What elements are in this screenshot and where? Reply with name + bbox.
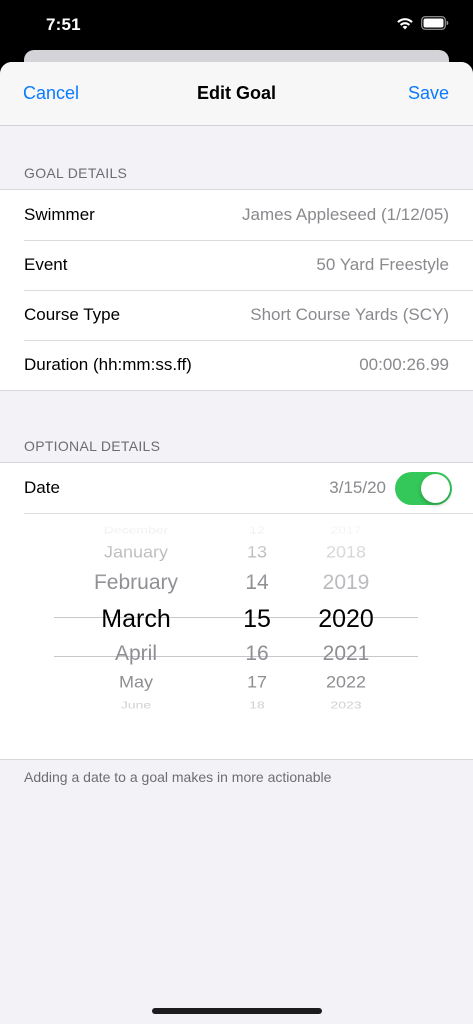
swimmer-label: Swimmer bbox=[24, 205, 95, 224]
date-footer-note: Adding a date to a goal makes in more ac… bbox=[24, 769, 332, 785]
picker-month[interactable]: February bbox=[60, 571, 212, 595]
event-value: 50 Yard Freestyle bbox=[316, 255, 449, 274]
picker-month[interactable]: December bbox=[60, 524, 212, 535]
year-wheel[interactable]: 2017 2018 2019 2020 2021 2022 2023 bbox=[296, 514, 396, 759]
picker-year[interactable]: 2023 bbox=[296, 699, 396, 710]
picker-day[interactable]: 17 bbox=[222, 673, 292, 692]
date-label: Date bbox=[24, 478, 60, 497]
goal-details-header: GOAL DETAILS bbox=[24, 165, 128, 181]
status-time: 7:51 bbox=[46, 15, 81, 34]
picker-year[interactable]: 2017 bbox=[296, 524, 396, 535]
navigation-bar: Edit Goal Cancel Save bbox=[0, 62, 473, 126]
swimmer-value: James Appleseed (1/12/05) bbox=[242, 205, 449, 224]
course-type-value: Short Course Yards (SCY) bbox=[250, 305, 449, 324]
date-row[interactable]: Date 3/15/20 bbox=[0, 463, 473, 513]
day-wheel[interactable]: 12 13 14 15 16 17 18 bbox=[222, 514, 292, 759]
picker-year-selected[interactable]: 2020 bbox=[296, 605, 396, 634]
wifi-icon bbox=[396, 16, 414, 30]
duration-value: 00:00:26.99 bbox=[359, 355, 449, 374]
duration-label: Duration (hh:mm:ss.ff) bbox=[24, 355, 192, 374]
picker-month[interactable]: April bbox=[60, 642, 212, 666]
picker-day[interactable]: 13 bbox=[222, 543, 292, 562]
course-type-row[interactable]: Course Type Short Course Yards (SCY) bbox=[0, 290, 473, 340]
picker-month[interactable]: January bbox=[60, 543, 212, 562]
goal-details-group: Swimmer James Appleseed (1/12/05) Event … bbox=[0, 189, 473, 391]
home-indicator bbox=[152, 1008, 322, 1014]
toggle-knob bbox=[421, 474, 450, 503]
edit-goal-sheet: Edit Goal Cancel Save GOAL DETAILS Swimm… bbox=[0, 62, 473, 1024]
course-type-label: Course Type bbox=[24, 305, 121, 324]
picker-month-selected[interactable]: March bbox=[60, 605, 212, 634]
date-picker[interactable]: December January February March April Ma… bbox=[24, 513, 473, 759]
picker-day[interactable]: 16 bbox=[222, 642, 292, 666]
cancel-button[interactable]: Cancel bbox=[23, 83, 79, 104]
picker-year[interactable]: 2018 bbox=[296, 543, 396, 562]
optional-details-header: OPTIONAL DETAILS bbox=[24, 438, 161, 454]
event-row[interactable]: Event 50 Yard Freestyle bbox=[0, 240, 473, 290]
picker-month[interactable]: June bbox=[60, 699, 212, 710]
swimmer-row[interactable]: Swimmer James Appleseed (1/12/05) bbox=[0, 190, 473, 240]
picker-day[interactable]: 18 bbox=[222, 699, 292, 710]
picker-year[interactable]: 2019 bbox=[296, 571, 396, 595]
picker-month[interactable]: May bbox=[60, 673, 212, 692]
status-icons bbox=[396, 16, 449, 30]
picker-day-selected[interactable]: 15 bbox=[222, 605, 292, 634]
save-button[interactable]: Save bbox=[408, 83, 449, 104]
date-toggle[interactable] bbox=[395, 472, 452, 505]
picker-year[interactable]: 2022 bbox=[296, 673, 396, 692]
duration-row[interactable]: Duration (hh:mm:ss.ff) 00:00:26.99 bbox=[0, 340, 473, 390]
event-label: Event bbox=[24, 255, 68, 274]
battery-icon bbox=[421, 16, 449, 30]
picker-day[interactable]: 14 bbox=[222, 571, 292, 595]
month-wheel[interactable]: December January February March April Ma… bbox=[60, 514, 212, 759]
picker-day[interactable]: 12 bbox=[222, 524, 292, 535]
status-bar: 7:51 bbox=[0, 0, 473, 50]
picker-year[interactable]: 2021 bbox=[296, 642, 396, 666]
date-value: 3/15/20 bbox=[329, 478, 386, 497]
optional-details-group: Date 3/15/20 December January February M… bbox=[0, 462, 473, 760]
